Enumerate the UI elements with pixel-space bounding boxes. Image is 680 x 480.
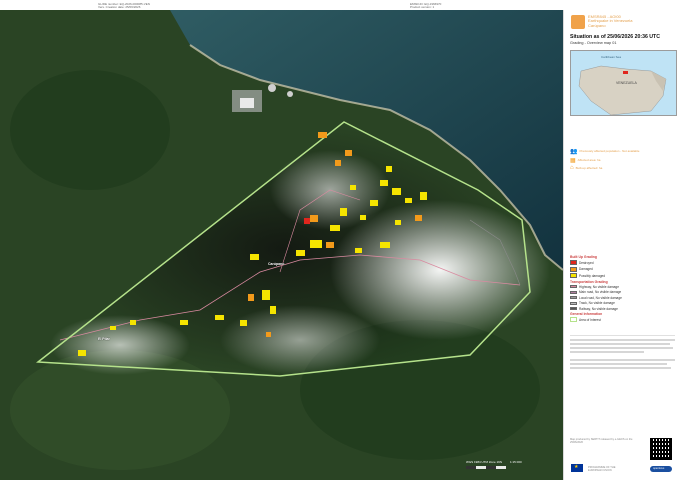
legend-track: Track, No visible damage [579, 301, 615, 305]
highway-swatch [570, 285, 577, 288]
inset-country-label: VENEZUELA [616, 81, 637, 85]
legend-panel: EMSR845 - AOI00 Earthquake in Venezuela … [563, 10, 680, 480]
local-road-swatch [570, 296, 577, 299]
footer-credit: Map produced by SERTIT released by e-GEO… [570, 438, 633, 445]
legend-local-road: Local road, No visible damage [579, 295, 622, 300]
area-icon: ▦ [570, 157, 576, 164]
inset-sea-label: Caribbean Sea [601, 55, 622, 59]
stats-block: 👥 Previously affected population - Not a… [570, 148, 675, 173]
overview-inset-map: VENEZUELA Caribbean Sea [570, 50, 677, 116]
footer-program: PROGRAMME OF THE EUROPEAN UNION [588, 466, 616, 473]
legend-highway: Highway, No visible damage [579, 284, 619, 289]
legend-damaged: Damaged [579, 267, 593, 271]
legend-main-road: Main road, No visible damage [579, 290, 622, 294]
population-caption: Previously affected population - Not ava… [579, 149, 640, 154]
header-right-2: Product version: 1 [410, 5, 435, 9]
header-left-2: Vers. Creation date: 25/06/2026 [98, 5, 141, 9]
eu-flag-icon [571, 464, 583, 472]
label-carupano: Carúpano [268, 262, 285, 266]
legend-transport-heading: Transportation Grading [570, 279, 608, 284]
legend-aoi: Area of Interest [579, 317, 601, 322]
scale-text: WGS 1984 UTM Zone 19N [466, 460, 503, 464]
population-icon: 👥 [570, 149, 578, 155]
scale-ratio: 1:15 000 [510, 460, 522, 464]
aoi-swatch [570, 317, 577, 322]
legend-railway: Railway, No visible damage [579, 306, 618, 311]
qr-code-icon[interactable] [650, 438, 672, 460]
destroyed-swatch [570, 260, 577, 265]
building-icon: ⌂ [570, 165, 574, 171]
map-legend: Built Up Grading Destroyed Damaged Possi… [570, 255, 675, 324]
built-up-caption: Built-up affected: ha [575, 165, 603, 170]
legend-general-heading: General Information [570, 312, 603, 316]
satellite-map[interactable]: Carúpano El Pilar WGS 1984 UTM Zone 19N … [0, 10, 563, 480]
legend-possibly-damaged: Possibly damaged [579, 273, 606, 278]
situation-date: Situation as of 25/06/2026 20:36 UTC [570, 34, 660, 40]
map-canvas [0, 10, 563, 480]
legend-destroyed: Destroyed [579, 260, 594, 265]
copernicus-text: opernicus [653, 467, 665, 470]
destroyed-building [304, 218, 310, 224]
map-sheet: GLIDE number: EQ-2026-000085-VEN Vers. C… [0, 0, 680, 480]
map-type: Grading - Overview map 01 [570, 41, 617, 45]
possibly-damaged-swatch [570, 273, 577, 278]
legend-built-up-heading: Built Up Grading [570, 255, 597, 259]
track-swatch [570, 301, 577, 305]
label-el-pilar: El Pilar [98, 337, 110, 341]
main-road-swatch [570, 290, 577, 294]
region-name: Carúpano [588, 22, 606, 28]
area-caption: Affected area: ha [577, 157, 601, 162]
notes-block [570, 335, 675, 371]
damaged-swatch [570, 266, 577, 272]
emergency-logo-icon [571, 15, 585, 29]
railway-swatch [570, 307, 577, 310]
